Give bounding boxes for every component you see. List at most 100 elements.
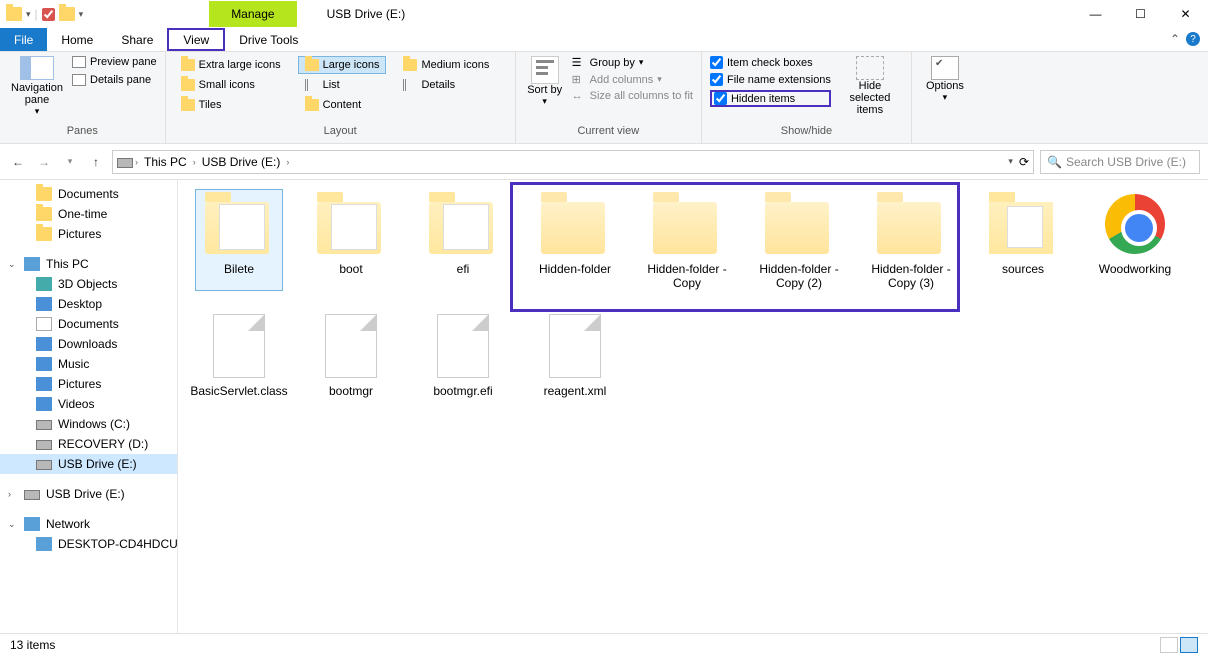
ribbon-tabs: File Home Share View Drive Tools ⌃ ? [0,28,1208,52]
details-pane-button[interactable]: Details pane [72,74,157,86]
tree-documents2[interactable]: Documents [0,314,177,334]
layout-extra-large[interactable]: Extra large icons [174,56,288,74]
address-dropdown[interactable]: ▾ [1008,156,1013,167]
layout-tiles[interactable]: Tiles [174,96,288,114]
show-hide-label: Show/hide [710,125,903,139]
layout-details[interactable]: Details [396,76,496,94]
item-check-boxes[interactable]: Item check boxes [710,56,831,69]
tree-d-drive[interactable]: RECOVERY (D:) [0,434,177,454]
navigation-pane-button[interactable]: Navigation pane ▾ [8,56,66,117]
crumb-drive[interactable]: USB Drive (E:) [198,153,285,171]
file-item[interactable]: Woodworking [1092,190,1178,290]
file-item[interactable]: Hidden-folder - Copy (2) [756,190,842,290]
tab-drive-tools[interactable]: Drive Tools [225,28,312,51]
file-item[interactable]: efi [420,190,506,290]
sort-by-button[interactable]: Sort by ▾ [524,56,566,107]
tree-downloads[interactable]: Downloads [0,334,177,354]
tree-3d-objects[interactable]: 3D Objects [0,274,177,294]
qat-checkbox[interactable] [42,8,55,21]
tree-documents[interactable]: Documents [0,184,177,204]
ribbon-collapse-icon[interactable]: ⌃ [1170,32,1180,47]
manage-contextual-tab[interactable]: Manage [209,1,296,27]
hidden-folder-icon [653,190,721,258]
file-list[interactable]: Bilete boot efi Hidden-folder Hidden-folder … [178,180,1208,636]
add-columns-button[interactable]: ⊞Add columns ▾ [572,73,693,86]
drive-chevron[interactable]: › [286,157,289,167]
ribbon-group-layout: Extra large icons Large icons Medium ico… [166,52,516,143]
layout-large[interactable]: Large icons [298,56,387,74]
tab-view[interactable]: View [167,28,225,51]
details-view-button[interactable] [1160,637,1178,653]
tree-videos[interactable]: Videos [0,394,177,414]
drive-icon [117,158,133,168]
tree-network[interactable]: ⌄Network [0,514,177,534]
layout-small[interactable]: Small icons [174,76,288,94]
file-item-label: efi [457,262,470,276]
tab-home[interactable]: Home [47,28,107,51]
root-chevron[interactable]: › [135,157,138,167]
file-item[interactable]: bootmgr [308,312,394,398]
file-item[interactable]: boot [308,190,394,290]
refresh-button[interactable]: ⟳ [1019,155,1029,169]
tree-pictures[interactable]: Pictures [0,224,177,244]
file-item[interactable]: Hidden-folder [532,190,618,290]
recent-locations[interactable]: ▾ [60,152,80,172]
file-item[interactable]: BasicServlet.class [196,312,282,398]
file-item[interactable]: Hidden-folder - Copy (3) [868,190,954,290]
tab-file[interactable]: File [0,28,47,51]
file-icon [541,312,609,380]
options-button[interactable]: Options ▾ [920,56,970,103]
ribbon-group-panes: Navigation pane ▾ Preview pane Details p… [0,52,166,143]
tree-music[interactable]: Music [0,354,177,374]
maximize-button[interactable]: ☐ [1118,0,1163,28]
tree-desktop[interactable]: Desktop [0,294,177,314]
layout-medium[interactable]: Medium icons [396,56,496,74]
group-by-button[interactable]: ☰Group by ▾ [572,56,693,69]
window-title: USB Drive (E:) [327,7,406,21]
file-item[interactable]: Bilete [196,190,282,290]
this-pc-chevron[interactable]: › [193,157,196,167]
hidden-items-checkbox[interactable]: Hidden items [710,90,831,107]
help-icon[interactable]: ? [1186,32,1200,46]
up-button[interactable]: ↑ [86,152,106,172]
qat-overflow[interactable]: ▾ [79,9,84,20]
file-item[interactable]: bootmgr.efi [420,312,506,398]
tree-e-drive[interactable]: USB Drive (E:) [0,454,177,474]
layout-list[interactable]: List [298,76,387,94]
tree-c-drive[interactable]: Windows (C:) [0,414,177,434]
forward-button[interactable]: → [34,152,54,172]
qat-dropdown[interactable]: ▾ [26,9,31,20]
file-item[interactable]: reagent.xml [532,312,618,398]
tree-one-time[interactable]: One-time [0,204,177,224]
layout-content[interactable]: Content [298,96,387,114]
qat-folder-icon[interactable] [59,6,75,22]
panes-label: Panes [8,125,157,139]
size-columns-button[interactable]: ↔Size all columns to fit [572,90,693,102]
file-item-label: sources [1002,262,1044,276]
status-bar: 13 items [0,633,1208,655]
search-box[interactable]: 🔍 Search USB Drive (E:) [1040,150,1200,174]
tree-desktop-cd[interactable]: DESKTOP-CD4HDCU [0,534,177,554]
file-name-extensions[interactable]: File name extensions [710,73,831,86]
hidden-folder-icon [541,190,609,258]
folder-icon [317,190,385,258]
address-bar[interactable]: › This PC › USB Drive (E:) › ▾ ⟳ [112,150,1034,174]
tree-this-pc[interactable]: ⌄This PC [0,254,177,274]
file-item[interactable]: Hidden-folder - Copy [644,190,730,290]
file-item-label: Bilete [224,262,254,276]
large-icons-view-button[interactable] [1180,637,1198,653]
crumb-this-pc[interactable]: This PC [140,153,191,171]
content-area: Documents One-time Pictures ⌄This PC 3D … [0,180,1208,636]
file-item[interactable]: sources [980,190,1066,290]
preview-pane-button[interactable]: Preview pane [72,56,157,68]
tree-e-drive-root[interactable]: ›USB Drive (E:) [0,484,177,504]
tree-pictures2[interactable]: Pictures [0,374,177,394]
quick-access-toolbar: ▾ | ▾ [0,6,89,22]
tab-share[interactable]: Share [107,28,167,51]
back-button[interactable]: ← [8,152,28,172]
file-item-label: boot [339,262,362,276]
close-button[interactable]: ✕ [1163,0,1208,28]
file-icon [317,312,385,380]
hide-selected-button[interactable]: Hide selected items [837,56,903,116]
minimize-button[interactable]: — [1073,0,1118,28]
